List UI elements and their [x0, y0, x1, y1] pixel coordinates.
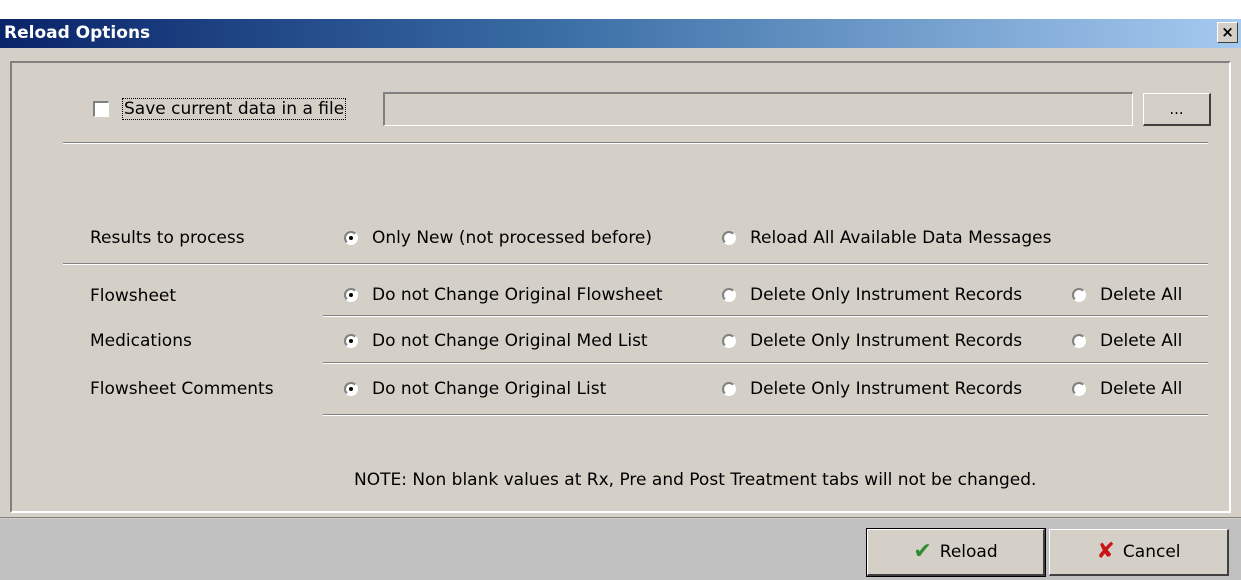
save-path-field[interactable]	[383, 92, 1133, 126]
medications-option-delete-instrument-radio[interactable]	[722, 334, 736, 348]
flowsheet-comments-option-no-change-radio[interactable]	[344, 382, 358, 396]
results-option-reload-all-label[interactable]: Reload All Available Data Messages	[750, 228, 1051, 248]
cancel-button[interactable]: ✘ Cancel	[1049, 529, 1229, 576]
results-label: Results to process	[90, 228, 245, 248]
reload-button[interactable]: ✔ Reload	[866, 528, 1046, 577]
save-data-label[interactable]: Save current data in a file	[122, 98, 347, 120]
separator-flowsheet-comments	[323, 414, 1208, 416]
flowsheet-option-delete-instrument-radio[interactable]	[722, 288, 736, 302]
flowsheet-option-no-change-label[interactable]: Do not Change Original Flowsheet	[372, 285, 663, 305]
results-option-only-new-label[interactable]: Only New (not processed before)	[372, 228, 652, 248]
save-data-checkbox[interactable]	[93, 101, 109, 117]
flowsheet-comments-label: Flowsheet Comments	[90, 379, 274, 399]
browse-button[interactable]: ...	[1143, 93, 1211, 126]
flowsheet-comments-option-no-change-label[interactable]: Do not Change Original List	[372, 379, 606, 399]
window-title: Reload Options	[4, 23, 151, 43]
separator-medications	[323, 362, 1208, 364]
separator-flowsheet	[323, 315, 1208, 317]
medications-option-delete-all-label[interactable]: Delete All	[1100, 331, 1182, 351]
checkmark-icon: ✔	[913, 539, 932, 564]
close-icon[interactable]: ×	[1217, 22, 1238, 43]
flowsheet-comments-option-delete-all-label[interactable]: Delete All	[1100, 379, 1182, 399]
medications-option-no-change-label[interactable]: Do not Change Original Med List	[372, 331, 648, 351]
flowsheet-option-no-change-radio[interactable]	[344, 288, 358, 302]
medications-label: Medications	[90, 331, 192, 351]
results-option-reload-all-radio[interactable]	[722, 231, 736, 245]
medications-option-delete-instrument-label[interactable]: Delete Only Instrument Records	[750, 331, 1022, 351]
flowsheet-option-delete-all-label[interactable]: Delete All	[1100, 285, 1182, 305]
reload-button-label: Reload	[939, 542, 998, 562]
separator-results	[63, 263, 1208, 265]
results-option-only-new-radio[interactable]	[344, 231, 358, 245]
cancel-button-label: Cancel	[1122, 542, 1181, 562]
flowsheet-comments-option-delete-instrument-label[interactable]: Delete Only Instrument Records	[750, 379, 1022, 399]
flowsheet-comments-option-delete-all-radio[interactable]	[1072, 382, 1086, 396]
separator-save	[63, 142, 1208, 144]
top-band	[0, 0, 1241, 19]
x-icon: ✘	[1096, 539, 1115, 564]
note-text: NOTE: Non blank values at Rx, Pre and Po…	[354, 470, 1037, 490]
flowsheet-option-delete-instrument-label[interactable]: Delete Only Instrument Records	[750, 285, 1022, 305]
medications-option-no-change-radio[interactable]	[344, 334, 358, 348]
title-bar[interactable]: Reload Options ×	[0, 19, 1241, 48]
flowsheet-option-delete-all-radio[interactable]	[1072, 288, 1086, 302]
flowsheet-label: Flowsheet	[90, 286, 177, 306]
flowsheet-comments-option-delete-instrument-radio[interactable]	[722, 382, 736, 396]
medications-option-delete-all-radio[interactable]	[1072, 334, 1086, 348]
